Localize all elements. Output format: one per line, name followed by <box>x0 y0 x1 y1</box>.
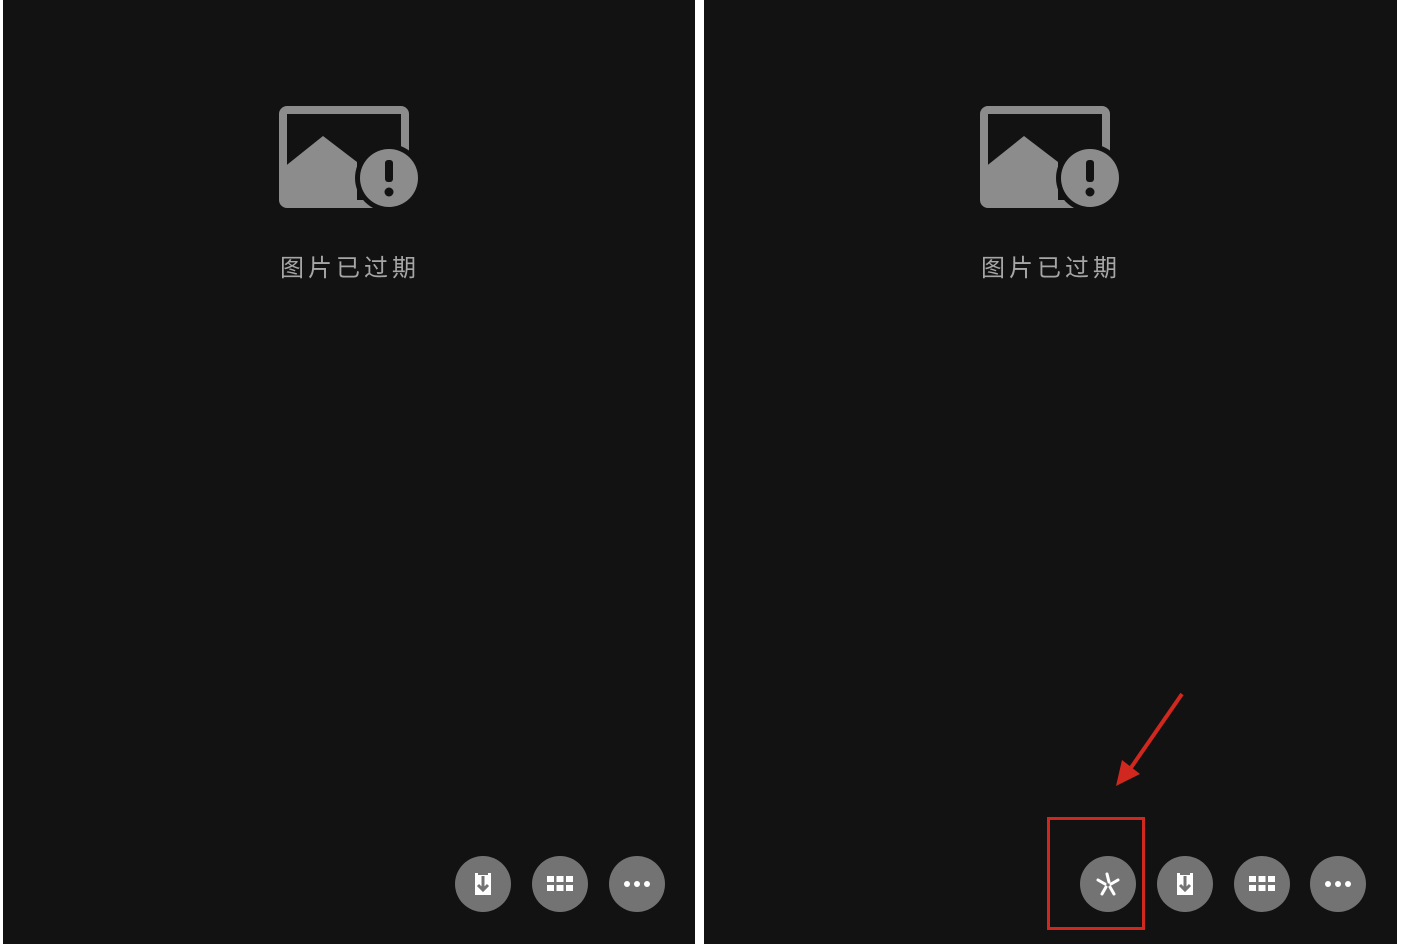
more-button[interactable] <box>1310 856 1366 912</box>
download-icon <box>1177 871 1193 895</box>
annotation-arrow <box>1116 692 1184 786</box>
download-icon <box>475 871 491 895</box>
image-expired-icon <box>279 106 421 212</box>
viewer-toolbar <box>1080 856 1370 912</box>
image-expired-icon <box>980 106 1122 212</box>
download-button[interactable] <box>455 856 511 912</box>
more-button[interactable] <box>609 856 665 912</box>
download-button[interactable] <box>1157 856 1213 912</box>
image-viewer-panel-left: 图片已过期 <box>3 0 695 944</box>
more-icon <box>624 881 650 887</box>
image-expired-text: 图片已过期 <box>981 254 1121 282</box>
sparkle-icon <box>1096 872 1120 896</box>
grid-button[interactable] <box>1234 856 1290 912</box>
image-expired-text: 图片已过期 <box>280 254 420 282</box>
grid-button[interactable] <box>532 856 588 912</box>
sparkle-button[interactable] <box>1080 856 1136 912</box>
grid-icon <box>547 876 573 891</box>
image-viewer-panel-right: 图片已过期 <box>704 0 1397 944</box>
more-icon <box>1325 881 1351 887</box>
grid-icon <box>1249 876 1275 891</box>
viewer-toolbar <box>455 856 665 912</box>
